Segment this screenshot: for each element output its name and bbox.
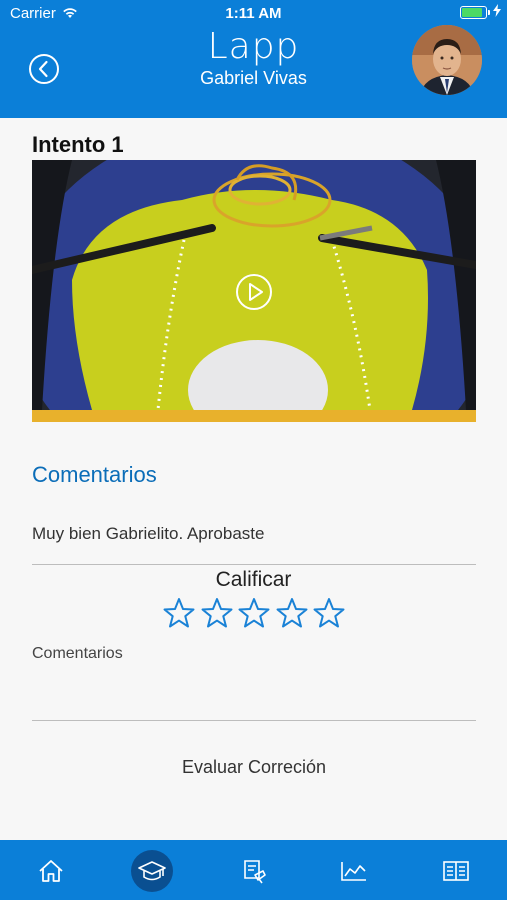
attempt-title: Intento 1 <box>32 132 124 157</box>
tab-exams[interactable] <box>233 850 275 892</box>
book-icon <box>443 861 469 881</box>
tab-bar <box>0 840 507 900</box>
battery-icon <box>460 6 490 19</box>
tab-courses[interactable] <box>131 850 173 892</box>
user-avatar-photo <box>412 25 482 95</box>
star-icon[interactable] <box>163 597 195 629</box>
tab-library[interactable] <box>435 850 477 892</box>
charging-icon <box>493 4 501 21</box>
star-icon[interactable] <box>238 597 270 629</box>
status-bar: Carrier 1:11 AM <box>0 0 507 28</box>
comments-heading: Comentarios <box>32 462 157 487</box>
app-header: Carrier 1:11 AM Lapp Gabriel Vivas <box>0 0 507 118</box>
play-icon[interactable] <box>235 273 273 311</box>
star-rating <box>163 597 345 631</box>
exam-icon <box>244 860 266 884</box>
graduation-cap-icon <box>138 861 166 881</box>
comment-text: Muy bien Gabrielito. Aprobaste <box>32 524 265 543</box>
divider <box>32 564 476 565</box>
status-time: 1:11 AM <box>225 5 282 22</box>
avatar[interactable] <box>412 25 482 95</box>
chart-icon <box>341 862 366 881</box>
star-icon[interactable] <box>313 597 345 629</box>
video-progress-bar <box>32 410 476 422</box>
rate-label: Calificar <box>215 568 292 591</box>
tab-home[interactable] <box>30 850 72 892</box>
star-icon[interactable] <box>276 597 308 629</box>
tab-statistics[interactable] <box>333 850 375 892</box>
star-icon[interactable] <box>201 597 233 629</box>
video-thumbnail[interactable] <box>32 160 476 422</box>
evaluate-correction-button[interactable]: Evaluar Correción <box>32 745 476 789</box>
comments-field[interactable]: Comentarios <box>32 645 476 717</box>
home-icon <box>39 860 63 882</box>
divider <box>32 720 476 721</box>
